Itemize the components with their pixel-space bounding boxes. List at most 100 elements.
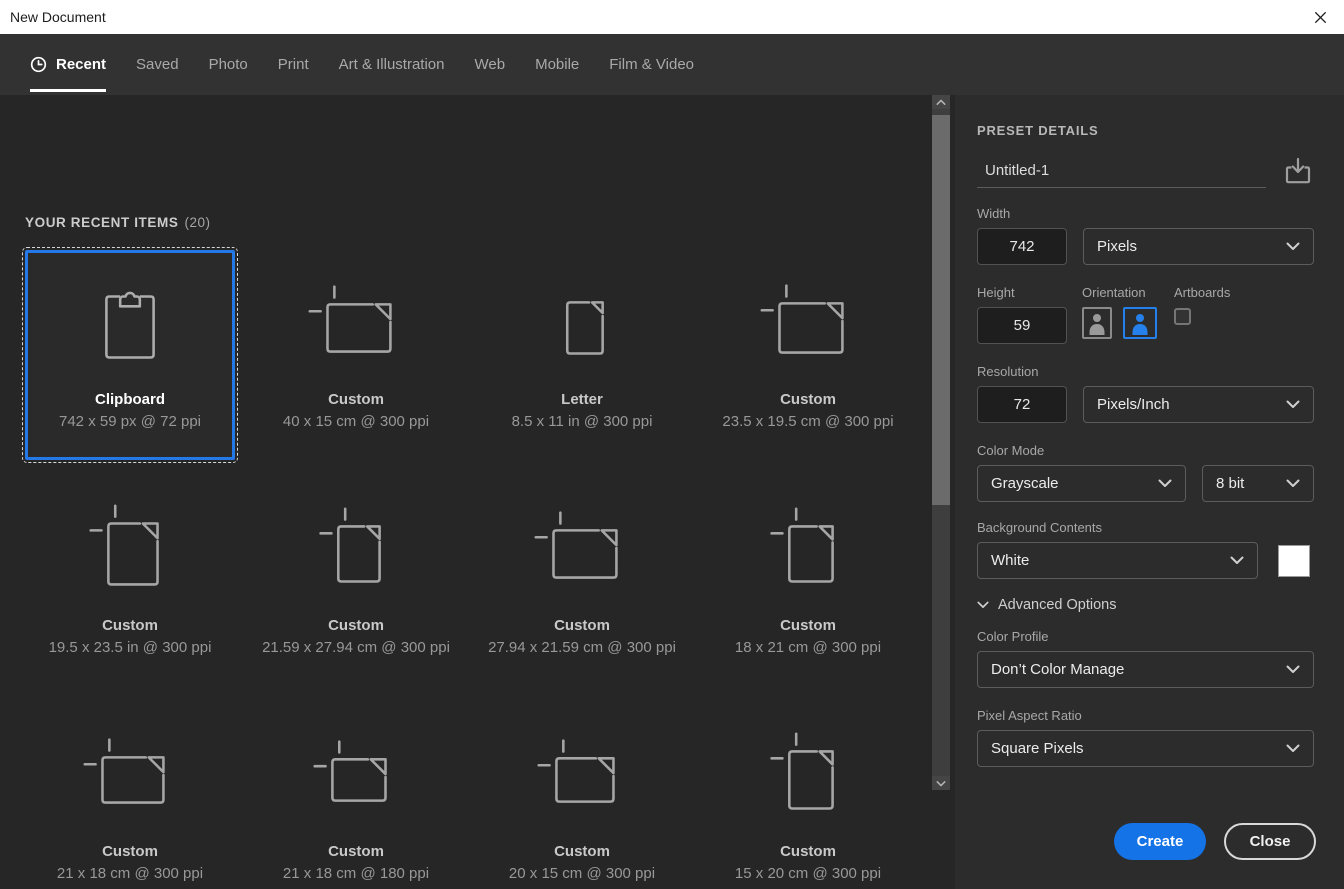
scrollbar-thumb[interactable] [932,115,950,505]
tab-saved[interactable]: Saved [136,34,179,95]
preset-tile-custom[interactable]: Custom 20 x 15 cm @ 300 ppi [477,702,687,889]
preset-tile-dimensions: 8.5 x 11 in @ 300 ppi [511,413,653,430]
preset-tile-clipboard[interactable]: Clipboard 742 x 59 px @ 72 ppi [22,247,238,463]
document-name-field[interactable] [977,154,1266,188]
portrait-orientation-icon[interactable] [1082,307,1112,339]
preset-tile-title: Custom [328,617,384,634]
clock-icon [30,56,47,73]
resolution-input[interactable] [977,386,1067,423]
orientation-label: Orientation [1082,285,1146,300]
preset-tile-dimensions: 21 x 18 cm @ 180 ppi [282,865,430,882]
preset-details-heading: PRESET DETAILS [977,123,1099,138]
resolution-unit-dropdown[interactable]: Pixels/Inch [1083,386,1314,423]
create-button[interactable]: Create [1114,823,1206,860]
document-page-icon [71,715,189,841]
clock-icon [30,56,47,73]
tab-film-video[interactable]: Film & Video [609,34,694,95]
document-page-icon [749,489,867,615]
document-page-icon [523,489,641,615]
color-mode-dropdown[interactable]: Grayscale [977,465,1186,502]
chevron-down-icon [1230,556,1244,565]
tab-label: Art & Illustration [338,56,445,73]
color-profile-dropdown[interactable]: Don’t Color Manage [977,651,1314,688]
preset-tile-dimensions: 19.5 x 23.5 in @ 300 ppi [48,639,212,656]
recent-items-count: (20) [184,215,211,230]
preset-tile-dimensions: 21 x 18 cm @ 300 ppi [56,865,204,882]
color-profile-label: Color Profile [977,629,1049,644]
tab-photo[interactable]: Photo [209,34,248,95]
recent-items-heading: YOUR RECENT ITEMS (20) [25,215,211,230]
close-button[interactable]: Close [1224,823,1316,860]
background-contents-dropdown[interactable]: White [977,542,1258,579]
tab-art-illustration[interactable]: Art & Illustration [339,34,445,95]
document-page-icon [297,715,415,841]
preset-tile-title: Custom [328,391,384,408]
tab-label: Mobile [535,56,580,73]
landscape-orientation-icon[interactable] [1123,307,1157,339]
document-page-icon [71,489,189,615]
document-page-icon [297,489,415,615]
tab-label: Print [277,56,309,73]
width-unit-dropdown[interactable]: Pixels [1083,228,1314,265]
preset-tile-title: Custom [780,617,836,634]
bit-depth-dropdown[interactable]: 8 bit [1202,465,1314,502]
pixel-aspect-ratio-label: Pixel Aspect Ratio [977,708,1082,723]
preset-tile-title: Custom [328,843,384,860]
preset-tile-custom[interactable]: Custom 21.59 x 27.94 cm @ 300 ppi [251,476,461,686]
preset-tile-title: Custom [102,843,158,860]
preset-tile-custom[interactable]: Custom 19.5 x 23.5 in @ 300 ppi [25,476,235,686]
vertical-scrollbar [932,95,950,790]
height-input[interactable] [977,307,1067,344]
tab-web[interactable]: Web [475,34,506,95]
artboards-checkbox[interactable] [1174,308,1191,325]
close-icon[interactable] [1312,9,1328,25]
preset-tile-title: Clipboard [95,391,165,408]
preset-tile-custom[interactable]: Custom 21 x 18 cm @ 300 ppi [25,702,235,889]
preset-tile-title: Custom [554,843,610,860]
preset-tile-custom[interactable]: Custom 15 x 20 cm @ 300 ppi [703,702,913,889]
tab-label: Photo [208,56,248,73]
document-page-icon [523,263,641,389]
width-input[interactable] [977,228,1067,265]
preset-tile-dimensions: 18 x 21 cm @ 300 ppi [734,639,882,656]
window-title: New Document [10,9,106,25]
tab-label: Web [474,56,506,73]
background-contents-label: Background Contents [977,520,1103,535]
chevron-down-icon [1286,400,1300,409]
preset-tile-dimensions: 23.5 x 19.5 cm @ 300 ppi [722,413,894,430]
preset-tile-title: Letter [561,391,603,408]
preset-tile-dimensions: 40 x 15 cm @ 300 ppi [282,413,430,430]
scroll-up-button[interactable] [932,95,950,109]
preset-details-panel: PRESET DETAILS Width Pixels Height Orien… [955,95,1344,889]
chevron-down-icon [1158,479,1172,488]
preset-tile-custom[interactable]: Custom 40 x 15 cm @ 300 ppi [251,250,461,460]
background-color-swatch[interactable] [1278,544,1310,577]
chevron-down-icon [1286,665,1300,674]
scrollbar-track[interactable] [932,109,950,776]
preset-tile-custom[interactable]: Custom 18 x 21 cm @ 300 ppi [703,476,913,686]
tab-bar: Recent Saved Photo Print Art & Illustration W… [0,34,1344,95]
preset-tile-dimensions: 20 x 15 cm @ 300 ppi [508,865,656,882]
recent-items-area: YOUR RECENT ITEMS (20) Clipboard 742 x 59 … [0,95,955,889]
height-label: Height [977,285,1015,300]
tab-recent[interactable]: Recent [30,34,107,95]
document-page-icon [297,263,415,389]
pixel-aspect-ratio-dropdown[interactable]: Square Pixels [977,730,1314,767]
tab-mobile[interactable]: Mobile [535,34,579,95]
preset-tile-title: Custom [554,617,610,634]
artboards-label: Artboards [1174,285,1231,300]
preset-tile-letter[interactable]: Letter 8.5 x 11 in @ 300 ppi [477,250,687,460]
preset-tile-title: Custom [780,391,836,408]
color-mode-label: Color Mode [977,443,1045,458]
preset-tile-custom[interactable]: Custom 23.5 x 19.5 cm @ 300 ppi [703,250,913,460]
scroll-down-button[interactable] [932,776,950,790]
preset-tile-custom[interactable]: Custom 27.94 x 21.59 cm @ 300 ppi [477,476,687,686]
chevron-down-icon [1286,479,1300,488]
save-preset-button[interactable] [1282,155,1314,187]
tab-print[interactable]: Print [278,34,309,95]
preset-tile-custom[interactable]: Custom 21 x 18 cm @ 180 ppi [251,702,461,889]
chevron-down-icon [1286,242,1300,251]
preset-grid: Clipboard 742 x 59 px @ 72 ppi Custom 40 x … [22,247,913,889]
advanced-options-toggle[interactable]: Advanced Options [977,597,1314,613]
document-page-icon [749,263,867,389]
